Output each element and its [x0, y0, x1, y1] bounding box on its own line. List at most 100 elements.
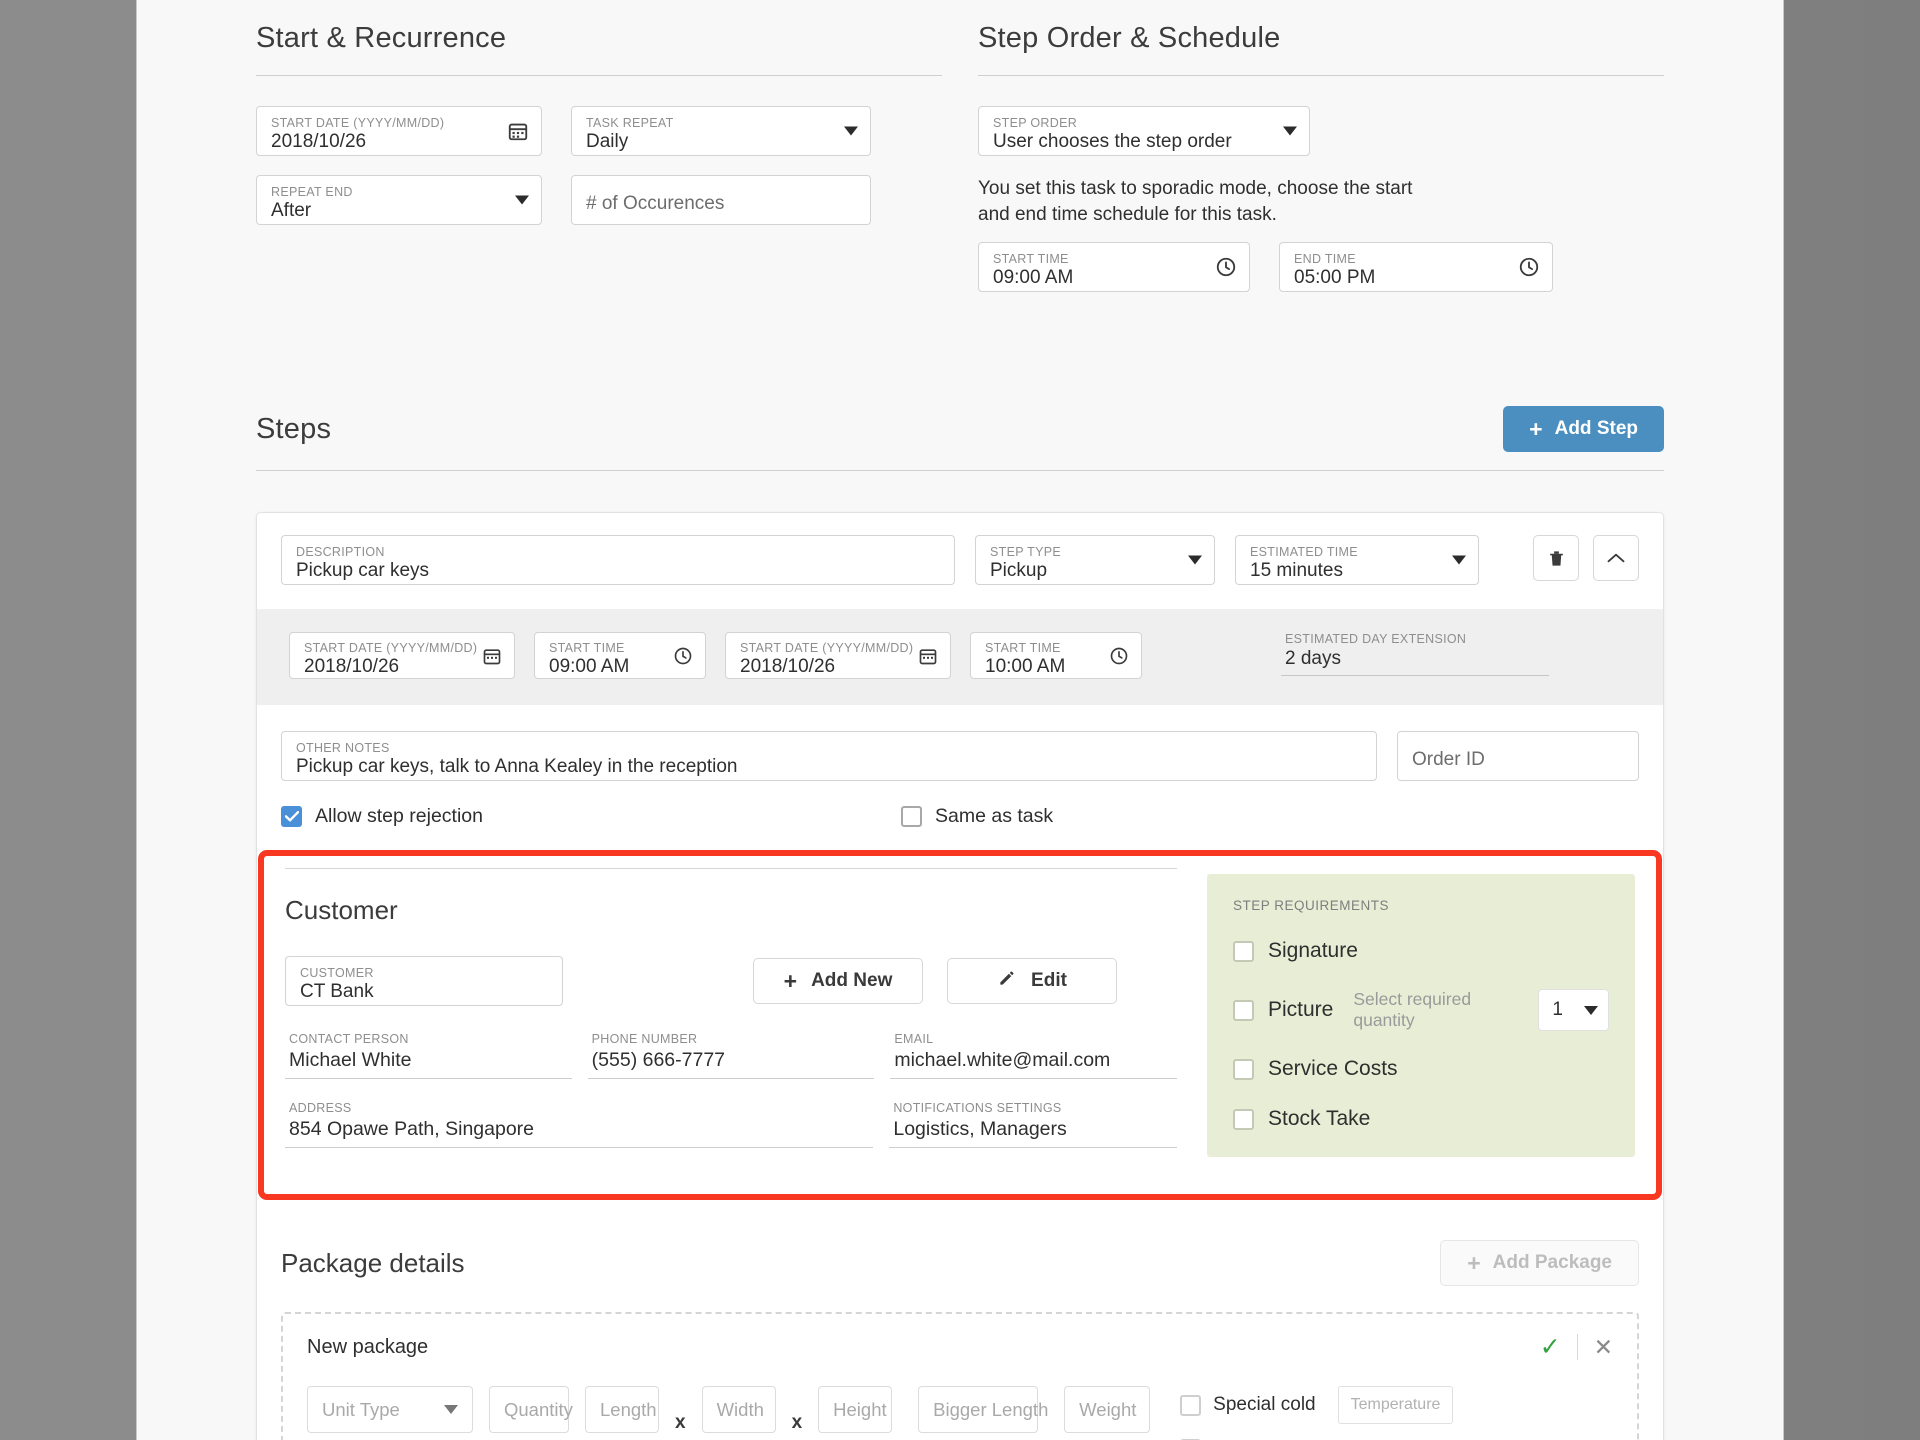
start-date-label: START DATE (YYYY/MM/DD) [271, 116, 445, 130]
sporadic-mode-hint: You set this task to sporadic mode, choo… [978, 178, 1413, 225]
estimated-time-label: ESTIMATED TIME [1250, 545, 1358, 559]
collapse-step-button[interactable] [1593, 535, 1639, 581]
step-requirements-title: STEP REQUIREMENTS [1233, 898, 1390, 913]
other-notes-value: Pickup car keys, talk to Anna Kealey in … [296, 756, 738, 777]
step-start-date-2-field[interactable]: START DATE (YYYY/MM/DD) 2018/10/26 [725, 632, 951, 679]
step-order-field[interactable]: STEP ORDER User chooses the step order [978, 106, 1310, 156]
repeat-end-value: After [271, 200, 312, 221]
clock-icon[interactable] [1215, 256, 1237, 278]
chevron-down-icon[interactable] [844, 126, 858, 136]
task-end-time-label: END TIME [1294, 252, 1356, 266]
allow-step-rejection-label: Allow step rejection [315, 805, 483, 827]
calendar-icon[interactable] [482, 646, 502, 666]
divider [1576, 1334, 1578, 1360]
task-start-time-label: START TIME [993, 252, 1069, 266]
start-date-field[interactable]: START DATE (YYYY/MM/DD) 2018/10/26 [256, 106, 542, 156]
chevron-down-icon[interactable] [515, 195, 529, 205]
task-repeat-field[interactable]: TASK REPEAT Daily [571, 106, 871, 156]
clock-icon[interactable] [1518, 256, 1540, 278]
requirement-stock-take[interactable]: Stock Take [1233, 1107, 1609, 1131]
occurences-field[interactable]: # of Occurences [571, 175, 871, 225]
step-schedule-strip: START DATE (YYYY/MM/DD) 2018/10/26 START… [257, 609, 1663, 705]
chevron-down-icon[interactable] [1188, 555, 1202, 565]
other-notes-field[interactable]: OTHER NOTES Pickup car keys, talk to Ann… [281, 731, 1377, 781]
height-placeholder: Height [833, 1398, 887, 1420]
step-start-time-2-field[interactable]: START TIME 10:00 AM [970, 632, 1142, 679]
estimated-time-field[interactable]: ESTIMATED TIME 15 minutes [1235, 535, 1479, 585]
estimated-day-extension-field[interactable]: ESTIMATED DAY EXTENSION 2 days [1281, 632, 1549, 676]
customer-field[interactable]: CUSTOMER CT Bank [285, 956, 563, 1006]
task-start-time-field[interactable]: START TIME 09:00 AM [978, 242, 1250, 292]
step-type-value: Pickup [990, 560, 1048, 581]
order-id-field[interactable]: Order ID [1397, 731, 1639, 781]
step-start-date-1-field[interactable]: START DATE (YYYY/MM/DD) 2018/10/26 [289, 632, 515, 679]
pencil-icon [997, 968, 1017, 994]
chevron-down-icon [444, 1405, 458, 1414]
add-new-customer-button[interactable]: + Add New [753, 958, 923, 1004]
height-input[interactable]: Height [818, 1386, 893, 1433]
bigger-length-input[interactable]: Bigger Length [918, 1386, 1048, 1433]
delete-step-button[interactable] [1533, 535, 1579, 581]
length-input[interactable]: Length [585, 1386, 659, 1433]
customer-section: Customer CUSTOMER CT Bank + Add New Edit… [257, 850, 1663, 1200]
step-type-field[interactable]: STEP TYPE Pickup [975, 535, 1215, 585]
requirement-picture-label: Picture [1268, 998, 1334, 1021]
chevron-down-icon [1584, 1005, 1598, 1015]
contact-person-value: Michael White [289, 1049, 412, 1071]
unit-type-select[interactable]: Unit Type [307, 1386, 473, 1433]
email-field[interactable]: EMAIL michael.white@mail.com [890, 1032, 1178, 1079]
step-start-date-1-value: 2018/10/26 [304, 655, 400, 677]
email-value: michael.white@mail.com [894, 1049, 1111, 1071]
checkbox-unchecked-icon [1233, 940, 1254, 962]
step-start-time-1-value: 09:00 AM [549, 655, 630, 677]
check-icon[interactable]: ✓ [1540, 1334, 1561, 1360]
edit-label: Edit [1031, 970, 1067, 991]
requirement-picture[interactable]: Picture Select required quantity 1 [1233, 989, 1609, 1031]
same-as-task-checkbox[interactable]: Same as task [901, 805, 1053, 828]
step-description-field[interactable]: DESCRIPTION Pickup car keys [281, 535, 955, 585]
customer-divider [285, 868, 1177, 869]
special-cold-checkbox[interactable]: Special cold Temperature [1180, 1386, 1454, 1424]
steps-header: Steps + Add Step [256, 406, 1664, 452]
requirement-signature[interactable]: Signature [1233, 939, 1609, 963]
contact-person-field[interactable]: CONTACT PERSON Michael White [285, 1032, 572, 1079]
calendar-icon[interactable] [507, 120, 529, 142]
requirement-service-costs[interactable]: Service Costs [1233, 1057, 1609, 1081]
multiply-symbol: x [791, 1412, 803, 1433]
new-package-label: New package [307, 1335, 429, 1358]
width-input[interactable]: Width [701, 1386, 776, 1433]
task-repeat-value: Daily [586, 131, 629, 152]
repeat-end-field[interactable]: REPEAT END After [256, 175, 542, 225]
edit-customer-button[interactable]: Edit [947, 958, 1117, 1004]
allow-step-rejection-checkbox[interactable]: Allow step rejection [281, 805, 901, 828]
quantity-input[interactable]: Quantity [489, 1386, 573, 1433]
email-label: EMAIL [894, 1032, 934, 1046]
unit-type-placeholder: Unit Type [322, 1398, 400, 1420]
add-new-label: Add New [811, 970, 893, 991]
task-end-time-field[interactable]: END TIME 05:00 PM [1279, 242, 1553, 292]
close-icon[interactable]: ✕ [1594, 1335, 1613, 1359]
notifications-settings-field[interactable]: NOTIFICATIONS SETTINGS Logistics, Manage… [889, 1101, 1177, 1148]
plus-icon: + [1467, 1249, 1481, 1276]
add-package-button[interactable]: + Add Package [1440, 1240, 1639, 1286]
picture-quantity-select[interactable]: 1 [1538, 989, 1609, 1031]
chevron-down-icon[interactable] [1283, 126, 1297, 136]
chevron-down-icon[interactable] [1452, 555, 1466, 565]
add-step-button[interactable]: + Add Step [1503, 406, 1664, 452]
clock-icon[interactable] [1109, 646, 1129, 666]
phone-number-field[interactable]: PHONE NUMBER (555) 666-7777 [587, 1032, 875, 1079]
start-date-value: 2018/10/26 [271, 131, 367, 152]
repeat-end-label: REPEAT END [271, 185, 353, 199]
customer-label: CUSTOMER [300, 966, 374, 980]
step-start-time-1-field[interactable]: START TIME 09:00 AM [534, 632, 706, 679]
package-details-header: Package details + Add Package [281, 1240, 1639, 1286]
temperature-input[interactable]: Temperature [1337, 1386, 1454, 1424]
weight-input[interactable]: Weight [1064, 1386, 1151, 1433]
step-description-value: Pickup car keys [296, 560, 430, 581]
customer-highlight-region: Customer CUSTOMER CT Bank + Add New Edit… [257, 850, 1663, 1200]
step-start-time-2-label: START TIME [985, 640, 1061, 655]
phone-number-label: PHONE NUMBER [591, 1032, 698, 1046]
address-field[interactable]: ADDRESS 854 Opawe Path, Singapore [285, 1101, 874, 1148]
calendar-icon[interactable] [918, 646, 938, 666]
clock-icon[interactable] [673, 646, 693, 666]
